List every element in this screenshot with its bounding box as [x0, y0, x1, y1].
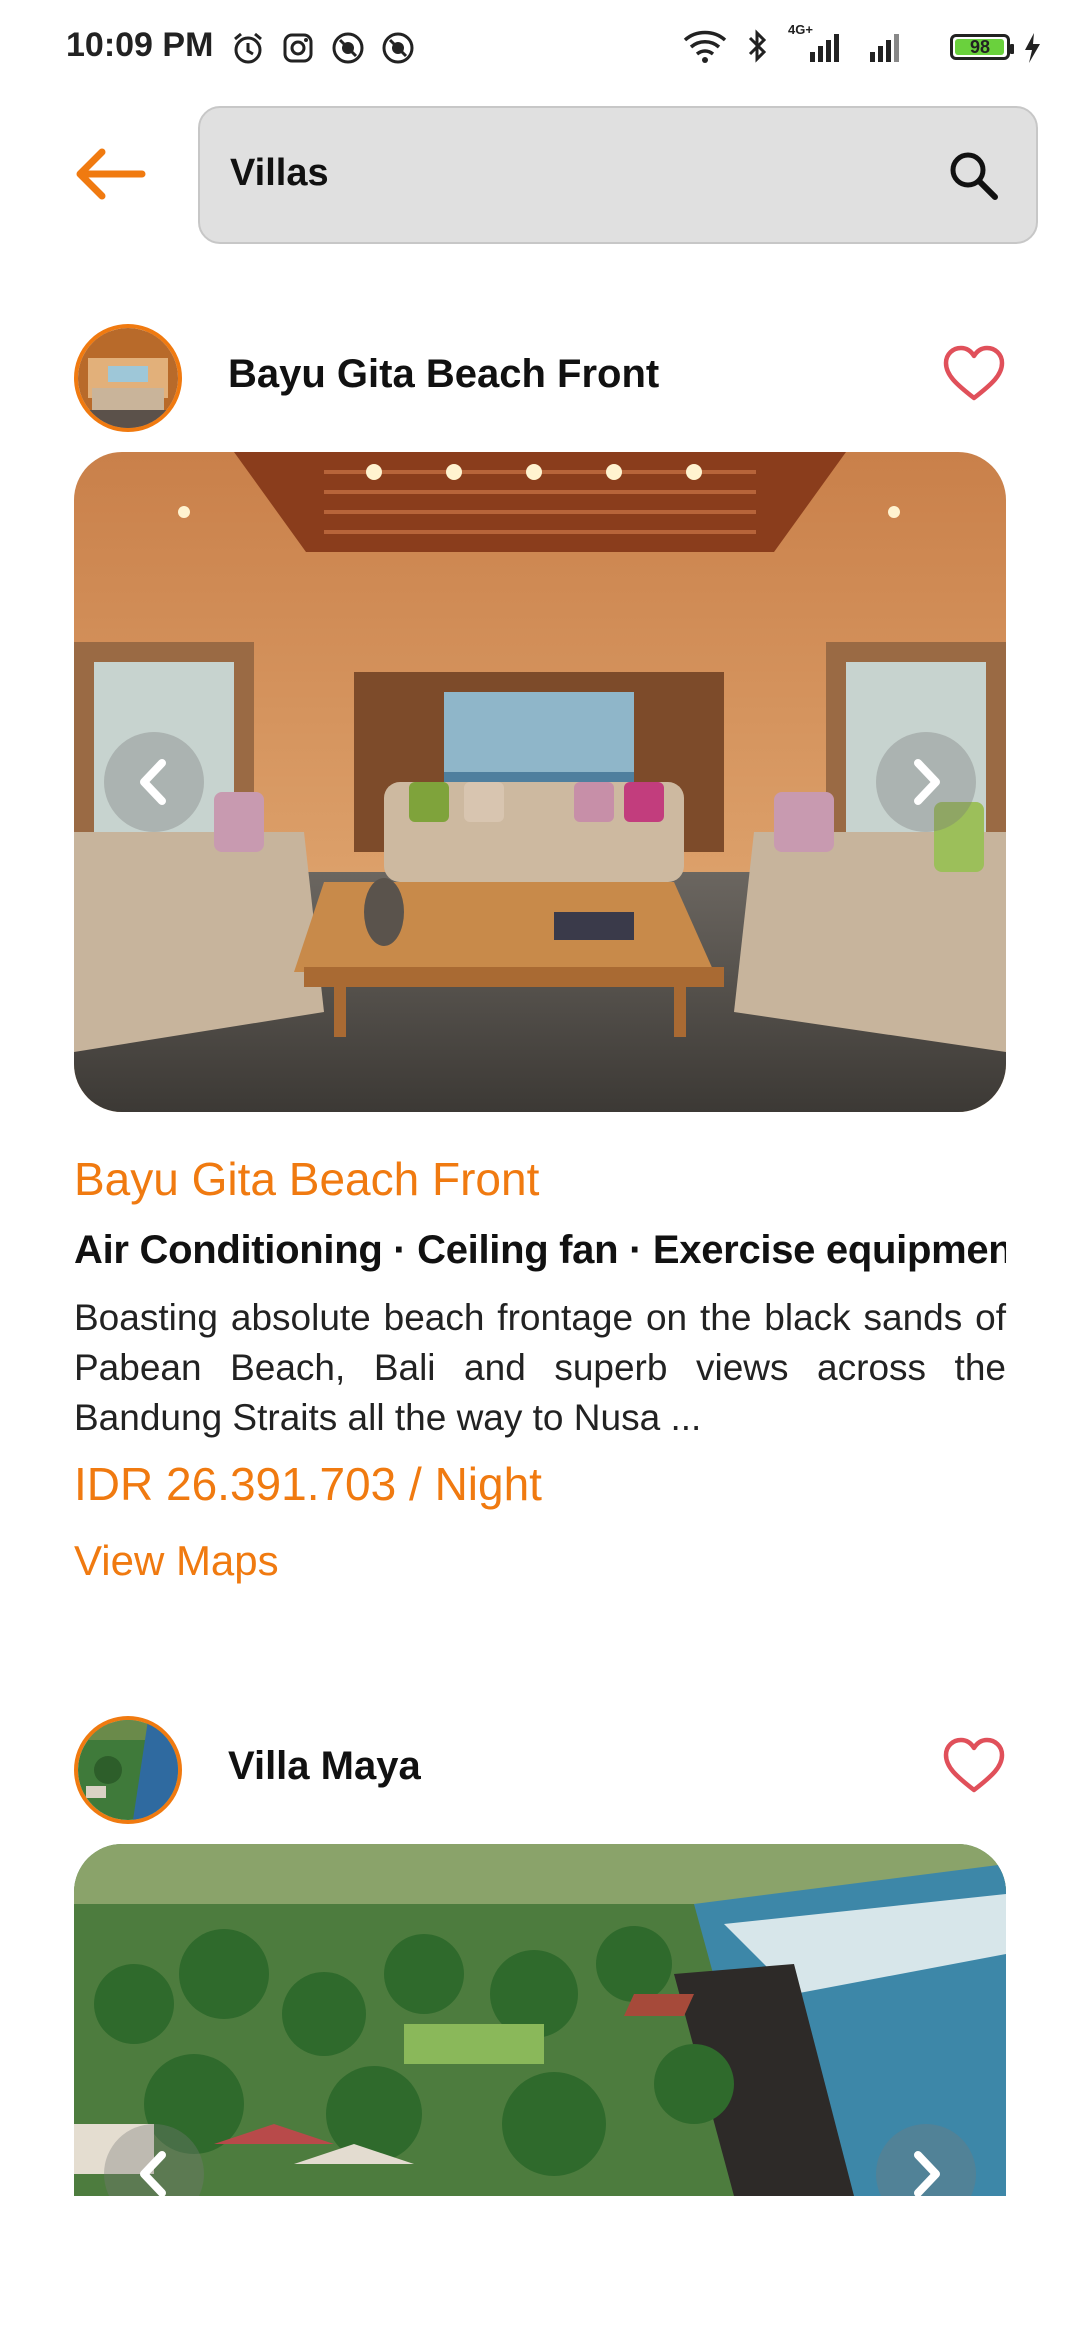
chevron-right-icon: [914, 2151, 940, 2196]
listing-price: IDR 26.391.703 / Night: [74, 1458, 542, 1510]
battery-cap: [1010, 44, 1014, 54]
host-name: Bayu Gita Beach Front: [228, 352, 660, 396]
listing-photo[interactable]: [74, 452, 1006, 1112]
listing-header: Bayu Gita Beach Front: [74, 324, 1006, 444]
status-time: 10:09 PM: [66, 26, 214, 64]
heart-icon[interactable]: [942, 1736, 1006, 1796]
status-bar: 10:09 PM 4G+ 98: [0, 0, 1080, 96]
status-system-icons: 4G+: [682, 22, 910, 64]
listing-photo[interactable]: [74, 1844, 1006, 2196]
prev-photo-button[interactable]: [104, 732, 204, 832]
search-input[interactable]: Villas: [230, 152, 329, 195]
next-photo-button[interactable]: [876, 732, 976, 832]
signal-4g-icon: 4G+: [788, 22, 848, 64]
listing-card[interactable]: Villa Maya: [74, 1716, 1006, 2196]
listing-title[interactable]: Bayu Gita Beach Front: [74, 1152, 1006, 1206]
chevron-left-icon: [140, 2151, 166, 2196]
app-notification-icon-2: [380, 30, 416, 66]
battery-percent: 98: [969, 37, 991, 57]
listing-card[interactable]: Bayu Gita Beach Front Bayu Gita Beach Fr…: [74, 324, 1006, 1585]
alarm-icon: [230, 30, 266, 66]
charging-icon: [1020, 30, 1044, 66]
status-notification-icons: [230, 30, 416, 66]
back-button[interactable]: [70, 144, 150, 204]
listing-amenities: Air Conditioning · Ceiling fan · Exercis…: [74, 1228, 1006, 1272]
battery-indicator: 98: [950, 34, 1014, 60]
search-header: Villas: [0, 104, 1080, 244]
listing-photo-image: [74, 452, 1006, 1112]
listing-description: Boasting absolute beach frontage on the …: [74, 1297, 1006, 1438]
signal-icon: [866, 28, 910, 64]
app-notification-icon: [330, 30, 366, 66]
host-avatar[interactable]: [74, 324, 182, 432]
chevron-right-icon: [914, 759, 940, 805]
heart-icon[interactable]: [942, 344, 1006, 404]
search-icon[interactable]: [946, 148, 1002, 204]
wifi-icon: [682, 28, 728, 64]
listing-header: Villa Maya: [74, 1716, 1006, 1836]
host-name: Villa Maya: [228, 1744, 421, 1788]
search-bar[interactable]: Villas: [198, 106, 1038, 244]
listing-photo-image: [74, 1844, 1006, 2196]
view-maps-link[interactable]: View Maps: [74, 1537, 279, 1585]
bluetooth-icon: [746, 28, 770, 64]
instagram-icon: [280, 30, 316, 66]
chevron-left-icon: [140, 759, 166, 805]
arrow-left-icon: [76, 148, 146, 200]
network-type-label: 4G+: [788, 22, 813, 37]
host-avatar[interactable]: [74, 1716, 182, 1824]
